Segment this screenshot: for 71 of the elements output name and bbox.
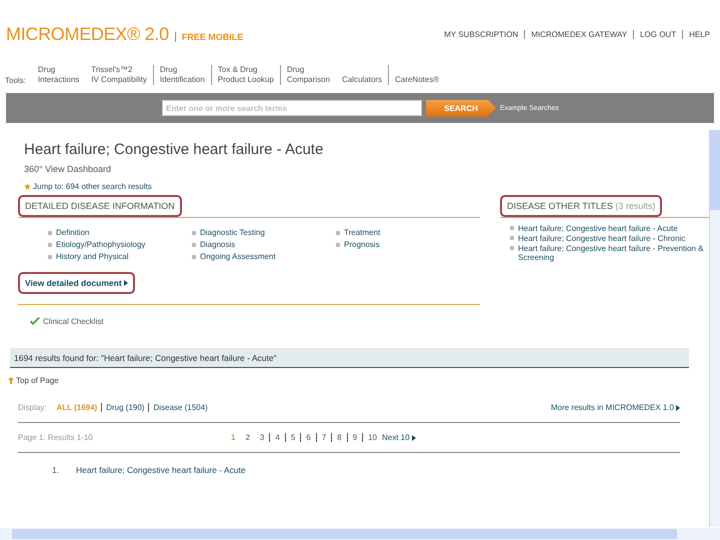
page-link[interactable]: 10 xyxy=(362,433,382,442)
page-link[interactable]: 8 xyxy=(331,433,347,442)
title-link[interactable]: Heart failure; Congestive heart failure - Chronic xyxy=(518,234,686,243)
page-link[interactable]: 9 xyxy=(346,433,362,442)
document-title: Heart failure; Congestive heart failure - Acute xyxy=(24,141,324,158)
page-link[interactable]: 3 xyxy=(254,433,270,442)
page-link[interactable]: 4 xyxy=(269,433,285,442)
topic-link[interactable]: Diagnosis xyxy=(200,240,236,249)
bullet-icon xyxy=(192,254,196,258)
topic-link[interactable]: Ongoing Assessment xyxy=(200,252,276,261)
result-link[interactable]: Heart failure; Congestive heart failure - Acute xyxy=(76,465,246,475)
page-link[interactable]: 7 xyxy=(316,433,332,442)
view-document-link[interactable]: View detailed document xyxy=(18,272,135,294)
bullet-icon xyxy=(336,230,340,234)
star-icon xyxy=(24,183,31,190)
topic-link[interactable]: Etiology/Pathophysiology xyxy=(56,240,146,249)
display-label: Display: xyxy=(18,403,46,412)
tool-link[interactable]: Tox & Drug Product Lookup xyxy=(210,65,280,85)
bullet-icon xyxy=(336,242,340,246)
search-field[interactable]: Enter one or more search terms xyxy=(162,100,422,116)
bullet-icon xyxy=(192,230,196,234)
page-link[interactable]: 6 xyxy=(300,433,316,442)
horizontal-scrollbar[interactable] xyxy=(0,528,720,540)
top-of-page-link[interactable]: Top of Page xyxy=(8,376,59,385)
tool-link[interactable]: CareNotes® xyxy=(388,65,446,85)
arrow-right-icon xyxy=(676,404,680,410)
filter-link[interactable]: Disease (1504) xyxy=(148,403,212,412)
logo: MICROMEDEX® 2.0 xyxy=(6,24,169,45)
title-link[interactable]: Heart failure; Congestive heart failure - Acute xyxy=(518,224,678,233)
checkmark-icon xyxy=(30,317,40,326)
bullet-icon xyxy=(48,254,52,258)
tool-link[interactable]: Calculators xyxy=(336,65,388,85)
topic-link[interactable]: Treatment xyxy=(344,228,380,237)
subtitle: 360° View Dashboard xyxy=(24,164,112,174)
arrow-up-icon xyxy=(8,377,14,384)
tool-link[interactable]: Drug Identification xyxy=(152,65,211,85)
edition-label: FREE MOBILE xyxy=(174,32,244,42)
page-info: Page 1: Results 1-10 xyxy=(18,433,94,442)
topic-link[interactable]: Definition xyxy=(56,228,90,237)
more-results-link[interactable]: More results in MICROMEDEX 1.0 xyxy=(550,403,680,412)
header-link[interactable]: MY SUBSCRIPTION xyxy=(438,30,518,39)
header-link[interactable]: LOG OUT xyxy=(633,30,676,39)
tool-link[interactable]: Drug Interactions xyxy=(32,65,86,85)
bullet-icon xyxy=(48,230,52,234)
page-link[interactable]: 5 xyxy=(284,433,300,442)
bullet-icon xyxy=(510,236,514,240)
title-link[interactable]: Heart failure; Congestive heart failure - Prevention & Screening xyxy=(518,244,710,262)
filter-link[interactable]: Drug (190) xyxy=(101,403,148,412)
topic-link[interactable]: Prognosis xyxy=(344,240,380,249)
header-link[interactable]: MICROMEDEX GATEWAY xyxy=(524,30,628,39)
tool-link[interactable]: Trissel's™2 IV Compatibility xyxy=(85,65,153,85)
vertical-scrollbar[interactable] xyxy=(709,130,720,527)
arrow-right-icon xyxy=(412,434,416,440)
jump-link[interactable]: Jump to: 694 other search results xyxy=(24,182,710,191)
bullet-icon xyxy=(48,242,52,246)
page-link[interactable]: 2 xyxy=(240,433,255,442)
topic-link[interactable]: Diagnostic Testing xyxy=(200,228,265,237)
tool-link[interactable]: Drug Comparison xyxy=(280,65,336,85)
checklist-link[interactable]: Clinical Checklist xyxy=(43,317,104,326)
arrow-right-icon xyxy=(124,280,128,286)
header-link[interactable]: HELP xyxy=(682,30,710,39)
section-heading: DETAILED DISEASE INFORMATION xyxy=(18,195,182,217)
section-heading: DISEASE OTHER TITLES (3 results) xyxy=(500,195,662,217)
bullet-icon xyxy=(510,246,514,250)
topic-link[interactable]: History and Physical xyxy=(56,252,128,261)
bullet-icon xyxy=(510,226,514,230)
bullet-icon xyxy=(192,242,196,246)
results-summary: 1694 results found for: "Heart failure; Congestive heart failure - Acute" xyxy=(10,348,689,368)
next-page-link[interactable]: Next 10 xyxy=(382,433,416,442)
result-number: 1. xyxy=(52,465,60,475)
tools-label: Tools: xyxy=(5,76,26,85)
